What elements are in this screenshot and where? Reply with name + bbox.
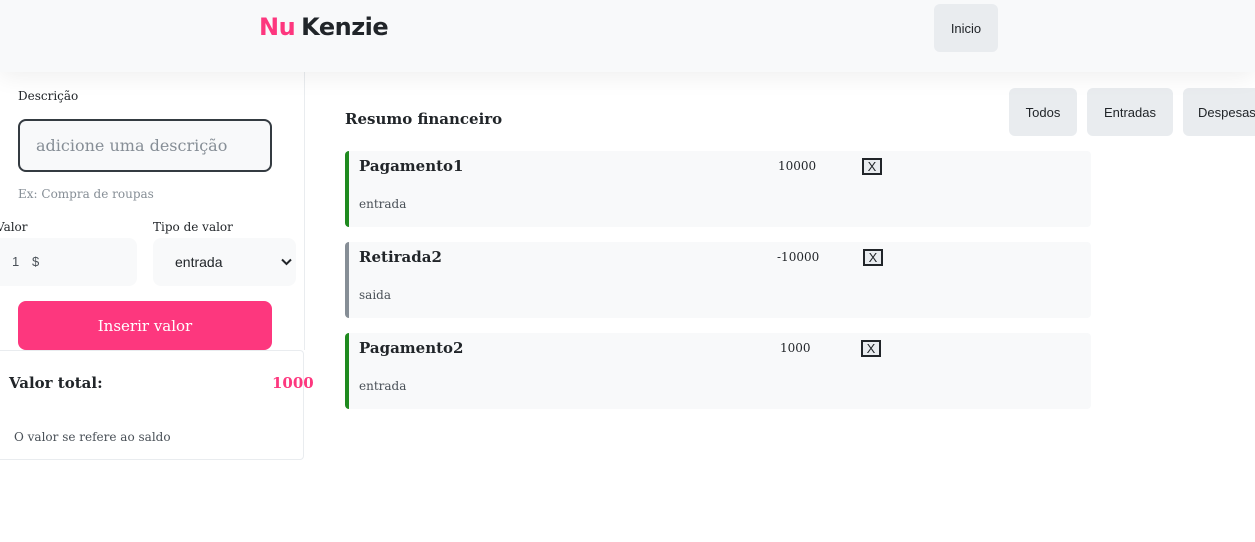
currency-symbol: $ — [32, 254, 40, 269]
transaction-name: Pagamento1 — [359, 157, 464, 175]
type-select-value: entrada — [175, 254, 223, 270]
total-value: 1000 — [272, 374, 314, 392]
value-label: Valor — [0, 220, 28, 234]
description-input[interactable]: adicione uma descrição — [18, 119, 272, 172]
app-header: Nu Kenzie Inicio — [0, 0, 1255, 72]
delete-transaction-button[interactable]: X — [861, 340, 881, 357]
nu-kenzie-logo: Nu Kenzie — [259, 13, 389, 43]
transaction-card: Pagamento2 entrada 1000 X — [345, 333, 1091, 409]
transaction-type: entrada — [359, 197, 407, 211]
transaction-card: Pagamento1 entrada 10000 X — [345, 151, 1091, 227]
delete-transaction-button[interactable]: X — [862, 158, 882, 175]
insert-value-button[interactable]: Inserir valor — [18, 301, 272, 350]
total-label: Valor total: — [9, 374, 103, 392]
filter-todos-button[interactable]: Todos — [1009, 88, 1077, 136]
transaction-card: Retirada2 saida -10000 X — [345, 242, 1091, 318]
delete-transaction-button[interactable]: X — [863, 249, 883, 266]
chevron-down-icon — [281, 254, 292, 269]
value-input[interactable]: 1 $ — [0, 238, 137, 286]
total-note: O valor se refere ao saldo — [14, 430, 171, 444]
transaction-type: entrada — [359, 379, 407, 393]
description-label: Descrição — [18, 89, 79, 103]
transaction-value: -10000 — [777, 250, 820, 264]
type-label: Tipo de valor — [153, 220, 233, 234]
transaction-type: saida — [359, 288, 391, 302]
transaction-value: 10000 — [778, 159, 817, 173]
logo-kenzie-text: Kenzie — [301, 13, 389, 41]
type-select[interactable]: entrada — [153, 238, 296, 286]
transaction-name: Retirada2 — [359, 248, 442, 266]
transaction-name: Pagamento2 — [359, 339, 464, 357]
value-input-number: 1 — [12, 254, 20, 269]
filter-entradas-button[interactable]: Entradas — [1087, 88, 1173, 136]
logo-nu-text: Nu — [259, 13, 296, 41]
home-button[interactable]: Inicio — [934, 4, 998, 52]
summary-title: Resumo financeiro — [345, 110, 503, 128]
transaction-value: 1000 — [780, 341, 811, 355]
filter-despesas-button[interactable]: Despesas — [1183, 88, 1255, 136]
description-hint: Ex: Compra de roupas — [18, 187, 154, 201]
